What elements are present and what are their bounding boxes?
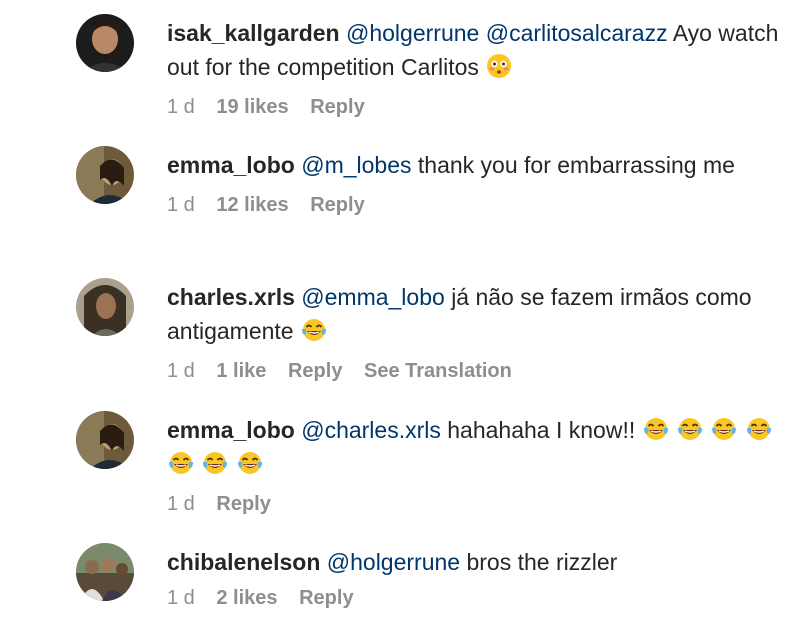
mention-link[interactable]: @carlitosalcarazz [486,20,668,46]
comment-time: 1 d [167,194,195,216]
comment-meta: 1 d Reply [167,493,787,516]
see-translation-button[interactable]: See Translation [364,360,512,382]
comment-meta: 1 d 1 like Reply See Translation [167,360,787,383]
likes-count[interactable]: 1 like [216,360,266,382]
comment-text: charles.xrls @emma_lobo já não se fazem … [167,280,787,348]
likes-count[interactable]: 19 likes [216,96,288,118]
comment-meta: 1 d 2 likes Reply [167,587,787,610]
likes-count[interactable]: 2 likes [216,587,277,609]
reply-button[interactable]: Reply [310,96,364,118]
comment-time: 1 d [167,360,195,382]
tears-of-joy-icon [168,450,194,476]
comment-body: thank you for embarrassing me [417,152,735,178]
comment-text: chibalenelson @holgerrune bros the rizzl… [167,545,787,579]
avatar[interactable] [76,411,134,469]
flushed-face-icon [486,53,512,79]
avatar[interactable] [76,14,134,72]
comments-list: isak_kallgarden @holgerrune @carlitosalc… [0,0,800,628]
reply-button[interactable]: Reply [288,360,342,382]
tears-of-joy-icon [643,416,669,442]
tears-of-joy-icon [301,317,327,343]
mention-link[interactable]: @charles.xrls [301,417,441,443]
mention-link[interactable]: @m_lobes [301,152,411,178]
comment-time: 1 d [167,587,195,609]
comment-username[interactable]: chibalenelson [167,549,320,575]
avatar[interactable] [76,543,134,601]
tears-of-joy-icon [746,416,772,442]
comment-text: emma_lobo @m_lobes thank you for embarra… [167,148,787,182]
comment-body: hahahaha I know!! [447,417,636,443]
mention-link[interactable]: @holgerrune [346,20,479,46]
comment-username[interactable]: isak_kallgarden [167,20,340,46]
reply-button[interactable]: Reply [216,493,270,515]
mention-link[interactable]: @emma_lobo [301,284,445,310]
comment-body: bros the rizzler [466,549,618,575]
tears-of-joy-icon [202,450,228,476]
comment-meta: 1 d 12 likes Reply [167,194,787,217]
comment-time: 1 d [167,493,195,515]
tears-of-joy-icon [711,416,737,442]
avatar[interactable] [76,278,134,336]
comment-text: isak_kallgarden @holgerrune @carlitosalc… [167,16,787,84]
comment-username[interactable]: emma_lobo [167,417,295,443]
comment-username[interactable]: emma_lobo [167,152,295,178]
avatar[interactable] [76,146,134,204]
likes-count[interactable]: 12 likes [216,194,288,216]
reply-button[interactable]: Reply [299,587,353,609]
tears-of-joy-icon [237,450,263,476]
comment-username[interactable]: charles.xrls [167,284,295,310]
comment-meta: 1 d 19 likes Reply [167,96,787,119]
reply-button[interactable]: Reply [310,194,364,216]
comment-text: emma_lobo @charles.xrls hahahaha I know!… [167,413,787,481]
tears-of-joy-icon [677,416,703,442]
comment-time: 1 d [167,96,195,118]
mention-link[interactable]: @holgerrune [327,549,460,575]
